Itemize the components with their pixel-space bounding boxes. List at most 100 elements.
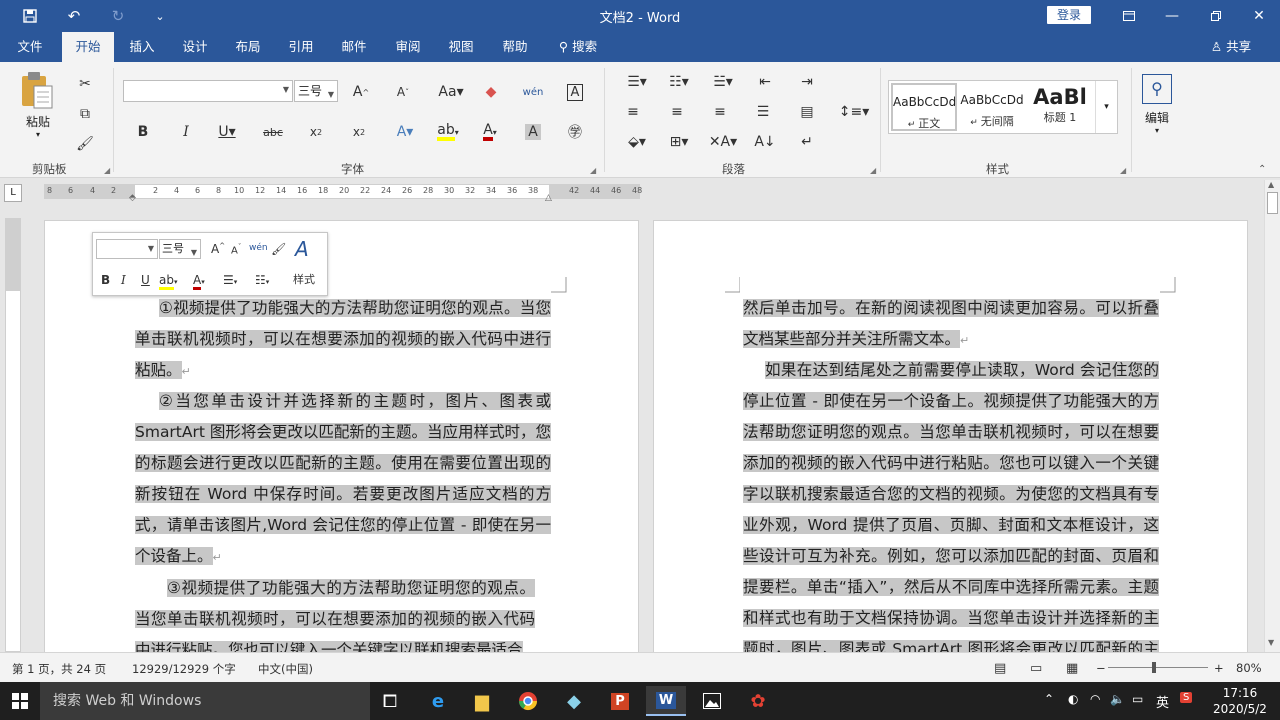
mini-font-size-combo[interactable]: 三号 ▼ [159, 239, 201, 259]
increase-indent-icon[interactable]: ⇥ [794, 70, 820, 94]
show-hidden-icons-icon[interactable]: ⌃ [1044, 692, 1054, 706]
bold-icon[interactable]: B [130, 120, 156, 144]
zoom-out-icon[interactable]: − [1096, 661, 1106, 675]
align-center-icon[interactable]: ≡ [664, 100, 690, 124]
print-layout-icon[interactable]: ▭ [1030, 661, 1042, 676]
paragraph[interactable]: ①视频提供了功能强大的方法帮助您证明您的观点。当您单击联机视频时，可以在想要添加… [135, 293, 551, 387]
grow-font-icon[interactable]: A^ [348, 80, 374, 104]
style-no-spacing[interactable]: AaBbCcDd ↵ 无间隔 [959, 83, 1025, 131]
phonetic-guide-icon[interactable]: wén [249, 243, 268, 253]
shrink-font-icon[interactable]: Aˇ [231, 243, 241, 256]
shading-icon[interactable]: ⬙▾ [620, 130, 654, 154]
system-clock[interactable]: 17:16 2020/5/2 [1212, 685, 1268, 717]
justify-icon[interactable]: ☰ [750, 100, 776, 124]
tab-view[interactable]: 视图 [439, 32, 483, 62]
styles-icon[interactable]: A [295, 237, 309, 261]
line-spacing-icon[interactable]: ↕≡▾ [838, 100, 870, 124]
bold-icon[interactable]: B [101, 273, 110, 287]
taskbar-search-box[interactable]: 搜索 Web 和 Windows [40, 682, 370, 720]
style-heading-1[interactable]: AaBl 标题 1 [1027, 83, 1093, 131]
maximize-icon[interactable] [1194, 0, 1238, 32]
distributed-icon[interactable]: ▤ [794, 100, 820, 124]
tab-layout[interactable]: 布局 [226, 32, 270, 62]
mini-font-name-combo[interactable]: ▼ [96, 239, 158, 259]
tab-insert[interactable]: 插入 [120, 32, 164, 62]
task-view-icon[interactable]: ⧠ [370, 686, 410, 716]
superscript-icon[interactable]: x2 [346, 120, 372, 144]
phonetic-guide-icon[interactable]: wén [520, 80, 546, 104]
close-icon[interactable]: ✕ [1237, 0, 1280, 32]
cut-icon[interactable]: ✂ [72, 72, 98, 96]
paragraph-launcher-icon[interactable]: ◢ [870, 166, 876, 175]
styles-launcher-icon[interactable]: ◢ [1120, 166, 1126, 175]
change-case-icon[interactable]: Aa▾ [436, 80, 466, 104]
notes-app-icon[interactable]: ◆ [554, 686, 594, 716]
scroll-down-icon[interactable]: ▼ [1268, 638, 1274, 647]
powerpoint-icon[interactable]: P [600, 686, 640, 716]
share-button[interactable]: ♙ 共享 [1206, 32, 1256, 62]
baidu-tray-icon[interactable]: ◐ [1068, 692, 1078, 706]
paste-dropdown-icon[interactable]: ▾ [18, 130, 58, 139]
subscript-icon[interactable]: x2 [303, 120, 329, 144]
tab-help[interactable]: 帮助 [493, 32, 537, 62]
scroll-up-icon[interactable]: ▲ [1268, 180, 1274, 189]
format-painter-icon[interactable]: 🖌 [72, 132, 98, 156]
read-mode-icon[interactable]: ▤ [994, 661, 1006, 676]
scroll-thumb[interactable] [1267, 192, 1278, 214]
decrease-indent-icon[interactable]: ⇤ [752, 70, 778, 94]
shrink-font-icon[interactable]: Aˇ [390, 80, 416, 104]
tell-me-search[interactable]: ⚲ 搜索 [552, 32, 604, 62]
sort-icon[interactable]: A↓ [752, 130, 778, 154]
zoom-slider[interactable] [1108, 662, 1208, 673]
tab-references[interactable]: 引用 [279, 32, 323, 62]
grow-font-icon[interactable]: A^ [211, 242, 225, 256]
vertical-scrollbar[interactable]: ▲ ▼ [1264, 180, 1280, 652]
zoom-level[interactable]: 80% [1236, 661, 1262, 675]
italic-icon[interactable]: I [121, 273, 126, 287]
word-icon[interactable]: W [646, 686, 686, 716]
clipboard-launcher-icon[interactable]: ◢ [104, 166, 110, 175]
zoom-slider-thumb[interactable] [1152, 662, 1156, 673]
font-size-combo[interactable]: 三号 ▼ [294, 80, 338, 102]
italic-icon[interactable]: I [173, 120, 199, 144]
tab-selector[interactable]: L [4, 184, 22, 202]
numbering-icon[interactable]: ☷▾ [662, 70, 696, 94]
align-right-icon[interactable]: ≡ [707, 100, 733, 124]
message-icon[interactable]: ▭ [1132, 692, 1143, 706]
paragraph[interactable]: ②当您单击设计并选择新的主题时，图片、图表或 SmartArt 图形将会更改以匹… [135, 386, 551, 573]
login-button[interactable]: 登录 [1047, 6, 1091, 24]
highlight-color-icon[interactable]: ab▾ [159, 273, 178, 290]
paragraph[interactable]: 如果在达到结尾处之前需要停止读取，Word 会记住您的停止位置 - 即使在另一个… [743, 355, 1159, 652]
bullets-icon[interactable]: ☰▾ [620, 70, 654, 94]
tab-design[interactable]: 设计 [173, 32, 217, 62]
character-shading-icon[interactable]: A [520, 120, 546, 144]
format-painter-icon[interactable]: 🖌 [271, 242, 286, 256]
text-effects-icon[interactable]: A▾ [392, 120, 418, 144]
language-indicator[interactable]: 中文(中国) [258, 661, 313, 677]
show-marks-icon[interactable]: ↵ [794, 130, 820, 154]
font-color-icon[interactable]: A▾ [474, 120, 506, 144]
copy-icon[interactable]: ⧉ [72, 102, 98, 126]
windows-start-icon[interactable] [0, 686, 40, 716]
screenshot-tool-icon[interactable]: ✿ [738, 686, 778, 716]
vertical-ruler[interactable] [5, 218, 21, 652]
styles-more-icon[interactable]: ▾ [1095, 81, 1117, 133]
tab-home[interactable]: 开始 [62, 32, 114, 62]
zoom-in-icon[interactable]: + [1214, 661, 1224, 675]
tab-mailings[interactable]: 邮件 [332, 32, 376, 62]
strikethrough-icon[interactable]: abc [260, 120, 286, 144]
right-indent-marker[interactable]: △ [545, 193, 552, 203]
page-count[interactable]: 第 1 页，共 24 页 [12, 661, 106, 677]
minimize-icon[interactable]: — [1150, 0, 1194, 32]
photos-icon[interactable] [692, 686, 732, 716]
sogou-ime-icon[interactable]: S [1180, 692, 1193, 703]
web-layout-icon[interactable]: ▦ [1066, 661, 1078, 676]
left-indent-marker[interactable]: ⬘ [129, 193, 136, 203]
style-normal[interactable]: AaBbCcDd ↵ 正文 [891, 83, 957, 131]
enclose-characters-icon[interactable]: ㊫ [562, 120, 588, 144]
tab-file[interactable]: 文件 [8, 32, 52, 62]
volume-icon[interactable]: 🔈 [1110, 692, 1125, 706]
highlight-color-icon[interactable]: ab▾ [432, 120, 464, 144]
horizontal-ruler[interactable]: 8 6 4 2 2 4 6 8 10 12 14 16 18 20 22 24 … [44, 184, 642, 203]
chinese-layout-icon[interactable]: ✕A▾ [706, 130, 740, 154]
